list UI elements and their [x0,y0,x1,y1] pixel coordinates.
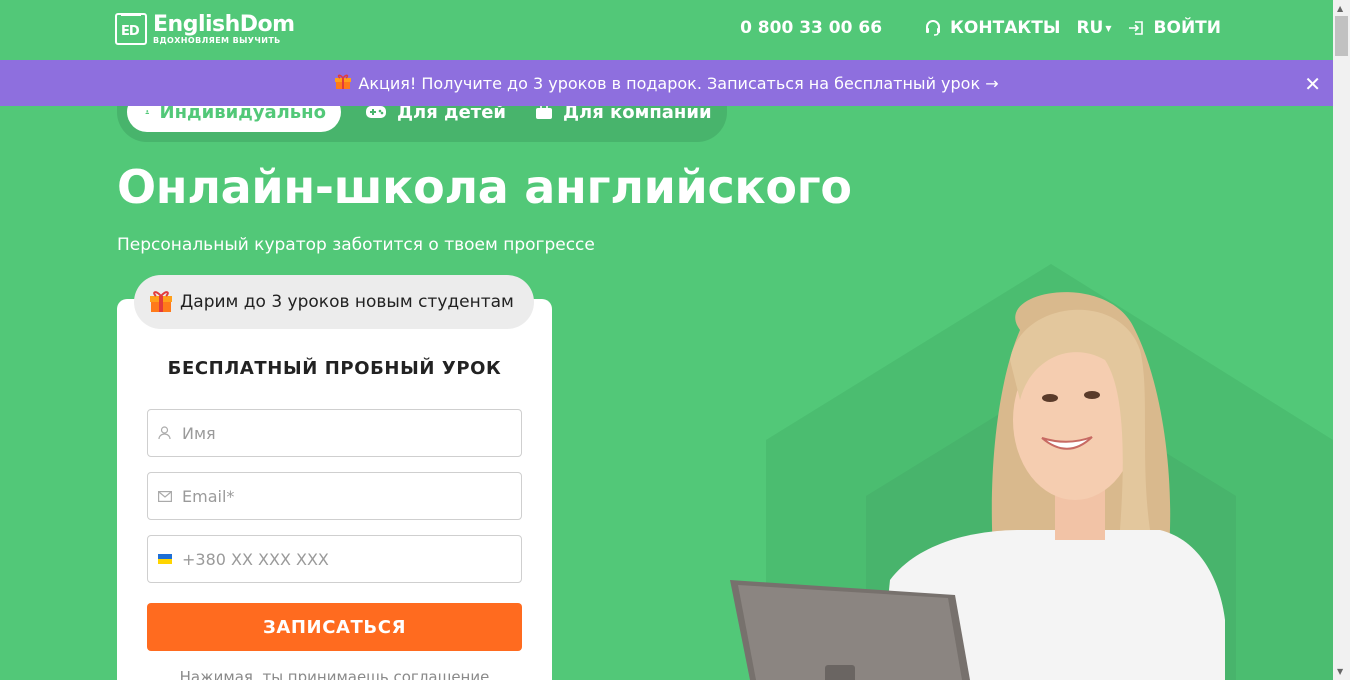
scroll-up-arrow-icon[interactable]: ▲ [1337,4,1343,13]
logo[interactable]: ED EnglishDom ВДОХНОВЛЯЕМ ВЫУЧИТЬ [115,13,295,45]
phone-placeholder: +380 XX XXX XXX [182,549,329,569]
language-label: RU [1076,18,1104,38]
page-subtitle: Персональный куратор заботится о твоем п… [117,235,595,255]
contacts-label: КОНТАКТЫ [950,18,1061,38]
gift-icon [148,287,174,318]
language-selector[interactable]: RU ▼ [1076,18,1111,38]
email-field[interactable]: Email* [147,472,522,520]
email-placeholder: Email* [182,486,235,506]
user-icon [158,426,174,440]
form-title: БЕСПЛАТНЫЙ ПРОБНЫЙ УРОК [167,358,502,379]
ukraine-flag-icon [158,554,174,564]
name-field[interactable]: Имя [147,409,522,457]
page-title: Онлайн-школа английского [117,160,852,214]
logo-name: EnglishDom [153,11,295,37]
header-nav: 0 800 33 00 66 КОНТАКТЫ RU ▼ ВОЙТИ [740,18,1221,38]
submit-button[interactable]: ЗАПИСАТЬСЯ [147,603,522,651]
promo-banner[interactable]: Акция! Получите до 3 уроков в подарок. З… [0,60,1333,106]
gamepad-icon [366,106,386,118]
login-link[interactable]: ВОЙТИ [1128,18,1221,38]
phone-link[interactable]: 0 800 33 00 66 [740,18,882,38]
name-placeholder: Имя [182,423,216,443]
promo-text: Акция! Получите до 3 уроков в подарок. З… [358,73,999,93]
caret-down-icon: ▼ [1105,23,1112,33]
phone-field[interactable]: +380 XX XXX XXX [147,535,522,583]
logo-mark-text: ED [121,24,140,39]
login-label: ВОЙТИ [1153,18,1221,38]
envelope-icon [158,490,174,502]
site-header: ED EnglishDom ВДОХНОВЛЯЕМ ВЫУЧИТЬ 0 800 … [0,0,1333,60]
page-scrollbar[interactable]: ▲ ▼ [1333,0,1350,680]
gift-offer-badge: Дарим до 3 уроков новым студентам [134,275,534,329]
gift-offer-text: Дарим до 3 уроков новым студентам [180,292,514,312]
agreement-text: Нажимая, ты принимаешь соглашение [179,668,490,680]
logo-tagline: ВДОХНОВЛЯЕМ ВЫУЧИТЬ [153,35,281,45]
headset-icon [926,20,941,36]
contacts-link[interactable]: КОНТАКТЫ [924,18,1060,38]
close-icon[interactable]: ✕ [1304,72,1321,96]
scrollbar-thumb[interactable] [1335,16,1348,56]
logo-mark-icon: ED [115,13,147,45]
gift-icon [334,72,352,94]
login-icon [1128,21,1143,35]
student-photo [730,292,1225,680]
scroll-down-arrow-icon[interactable]: ▼ [1337,667,1343,676]
